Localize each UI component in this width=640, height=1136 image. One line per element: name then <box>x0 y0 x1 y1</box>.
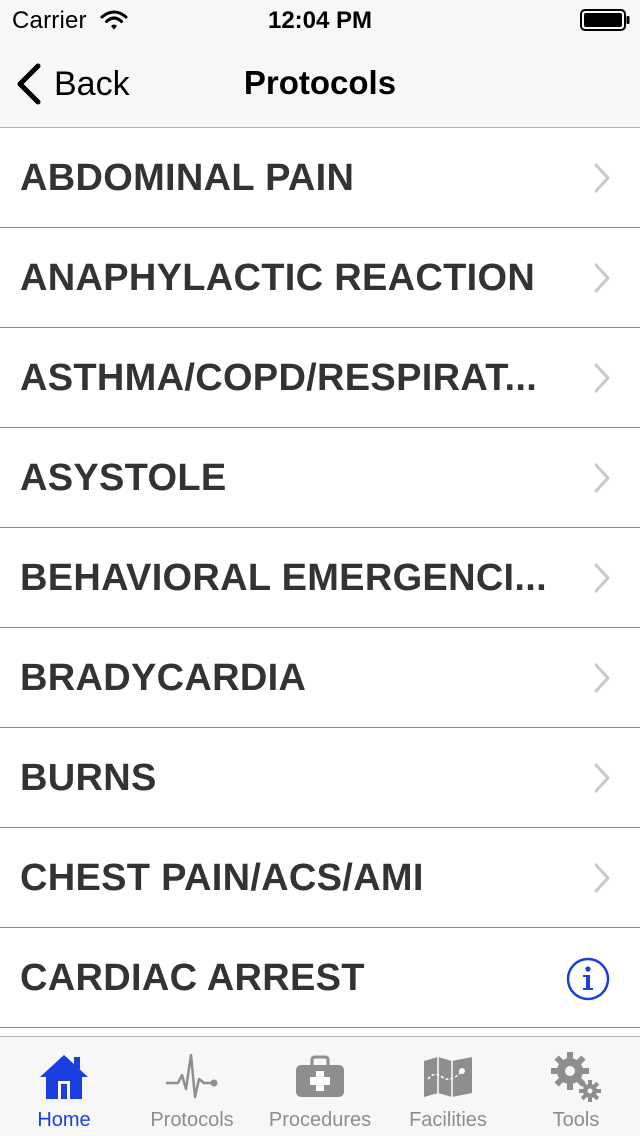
navigation-bar: Back Protocols <box>0 40 640 128</box>
list-item-label: ASTHMA/COPD/RESPIRAT... <box>20 357 538 399</box>
list-item[interactable]: BURNS <box>0 728 640 828</box>
tab-label: Home <box>37 1109 91 1131</box>
list-item[interactable]: BRADYCARDIA <box>0 628 640 728</box>
list-item[interactable]: ANAPHYLACTIC REACTION <box>0 228 640 328</box>
battery-icon <box>580 9 630 31</box>
protocol-list[interactable]: ABDOMINAL PAIN ANAPHYLACTIC REACTION AST… <box>0 128 640 1036</box>
tab-tools[interactable]: Tools <box>512 1037 640 1136</box>
list-item[interactable]: ASTHMA/COPD/RESPIRAT... <box>0 328 640 428</box>
info-icon[interactable] <box>566 957 610 1001</box>
tab-protocols[interactable]: Protocols <box>128 1037 256 1136</box>
map-icon <box>424 1057 472 1097</box>
status-bar: Carrier 12:04 PM <box>0 0 640 40</box>
chevron-right-icon <box>594 563 610 593</box>
list-item-label: CARDIAC ARREST <box>20 957 365 999</box>
tab-label: Protocols <box>150 1109 234 1131</box>
list-item-label: ABDOMINAL PAIN <box>20 157 355 199</box>
tab-label: Procedures <box>268 1109 372 1131</box>
chevron-right-icon <box>594 663 610 693</box>
list-item[interactable]: ASYSTOLE <box>0 428 640 528</box>
list-item-label: BURNS <box>20 757 157 799</box>
list-item-label: CHEST PAIN/ACS/AMI <box>20 857 424 899</box>
gears-icon <box>551 1052 601 1102</box>
list-item-label: BEHAVIORAL EMERGENCI... <box>20 557 547 599</box>
list-item[interactable]: ABDOMINAL PAIN <box>0 128 640 228</box>
tab-home[interactable]: Home <box>0 1037 128 1136</box>
list-item[interactable]: CARDIAC ARREST <box>0 928 640 1028</box>
tab-facilities[interactable]: Facilities <box>384 1037 512 1136</box>
list-item-label: ANAPHYLACTIC REACTION <box>20 257 536 299</box>
list-item[interactable]: CHEST PAIN/ACS/AMI <box>0 828 640 928</box>
home-icon <box>40 1055 88 1099</box>
tab-label: Tools <box>552 1109 600 1131</box>
tab-procedures[interactable]: Procedures <box>256 1037 384 1136</box>
chevron-right-icon <box>594 163 610 193</box>
list-item-label: ASYSTOLE <box>20 457 227 499</box>
page-title: Protocols <box>243 64 397 101</box>
chevron-right-icon <box>594 363 610 393</box>
medical-kit-icon <box>296 1055 344 1097</box>
chevron-right-icon <box>594 263 610 293</box>
chevron-right-icon <box>594 763 610 793</box>
tab-label: Facilities <box>409 1109 487 1131</box>
status-time: 12:04 PM <box>267 7 373 34</box>
chevron-right-icon <box>594 863 610 893</box>
list-item-label: BRADYCARDIA <box>20 657 307 699</box>
tab-bar: Home Protocols Procedures Facilities Too… <box>0 1036 640 1136</box>
list-item[interactable]: BEHAVIORAL EMERGENCI... <box>0 528 640 628</box>
ekg-pulse-icon <box>166 1053 218 1099</box>
chevron-right-icon <box>594 463 610 493</box>
